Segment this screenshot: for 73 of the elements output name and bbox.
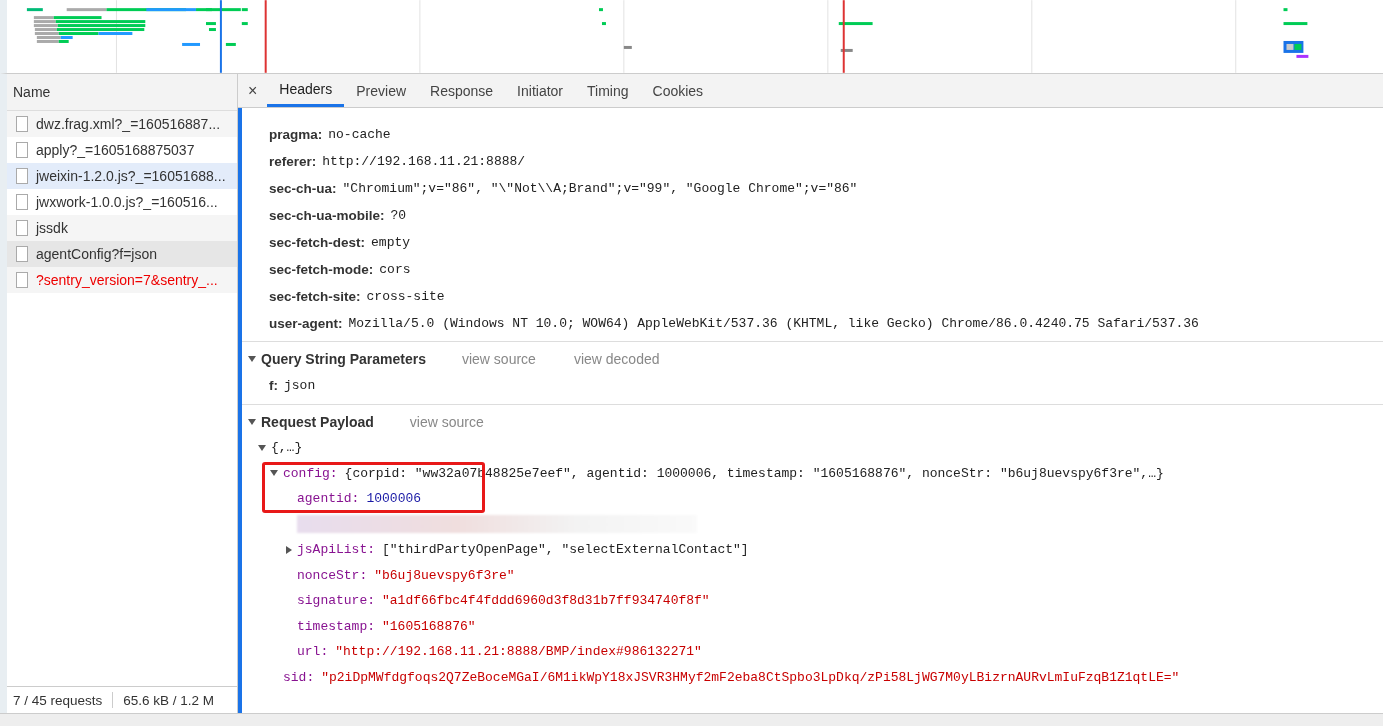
tab[interactable]: Preview bbox=[344, 74, 419, 107]
property-key: sid: bbox=[283, 669, 315, 685]
file-icon bbox=[16, 142, 28, 158]
property-value: "http://192.168.11.21:8888/BMP/index#986132271" bbox=[335, 644, 702, 660]
header-name: user-agent: bbox=[269, 316, 343, 331]
header-name: sec-fetch-dest: bbox=[269, 235, 366, 250]
header-name: sec-ch-ua-mobile: bbox=[269, 208, 385, 223]
tab[interactable]: Response bbox=[418, 74, 506, 107]
param-name: f: bbox=[269, 378, 278, 393]
tab[interactable]: Cookies bbox=[640, 74, 716, 107]
expand-arrow-icon[interactable] bbox=[248, 356, 256, 362]
section-title[interactable]: Query String Parameters bbox=[261, 351, 426, 367]
view-link[interactable]: view source bbox=[461, 351, 536, 367]
request-row[interactable]: agentConfig?f=json bbox=[7, 241, 237, 267]
property-key: jsApiList: bbox=[297, 542, 375, 558]
request-name: jssdk bbox=[36, 220, 68, 236]
header-name: pragma: bbox=[269, 127, 323, 142]
column-header[interactable]: Name bbox=[7, 74, 237, 111]
tab[interactable]: Initiator bbox=[505, 74, 576, 107]
request-row[interactable]: jssdk bbox=[7, 215, 237, 241]
property-value: "b6uj8uevspy6f3re" bbox=[374, 567, 515, 583]
header-value: ?0 bbox=[390, 208, 407, 223]
file-icon bbox=[16, 220, 28, 236]
request-name: dwz.frag.xml?_=160516887... bbox=[36, 116, 221, 132]
request-name: agentConfig?f=json bbox=[36, 246, 158, 262]
close-button[interactable]: × bbox=[238, 74, 268, 107]
property-value: "a1df66fbc4f4fddd6960d3f8d31b7ff934740f8f" bbox=[382, 593, 710, 609]
header-value: cross-site bbox=[366, 289, 445, 304]
request-row[interactable]: jweixin-1.2.0.js?_=16051688... bbox=[7, 163, 237, 189]
file-icon bbox=[16, 194, 28, 210]
section-title[interactable]: Request Payload bbox=[261, 414, 374, 430]
file-icon bbox=[16, 272, 28, 288]
property-value: 1000006 bbox=[366, 491, 422, 507]
property-key: timestamp: bbox=[297, 618, 375, 634]
property-key: signature: bbox=[297, 593, 375, 609]
header-value: Mozilla/5.0 (Windows NT 10.0; WOW64) AppleWebKit/537.36 (KHTML, like Gecko) Chrome/86.0.4240.75 Safari/537.36 bbox=[348, 316, 1199, 331]
request-row[interactable]: ?sentry_version=7&sentry_... bbox=[7, 267, 237, 293]
expand-arrow-icon[interactable] bbox=[258, 444, 266, 451]
request-name: jweixin-1.2.0.js?_=16051688... bbox=[36, 168, 226, 184]
file-icon bbox=[16, 116, 28, 132]
expand-arrow-icon[interactable] bbox=[286, 545, 292, 554]
file-icon bbox=[16, 246, 28, 262]
header-value: "Chromium";v="86", "\"Not\\A;Brand";v="99", "Google Chrome";v="86" bbox=[342, 181, 858, 196]
property-value: ["thirdPartyOpenPage", "selectExternalContact"] bbox=[382, 542, 749, 558]
property-key: url: bbox=[297, 644, 329, 660]
header-value: cors bbox=[379, 262, 411, 277]
property-value: "1605168876" bbox=[382, 618, 476, 634]
request-name: apply?_=1605168875037 bbox=[36, 142, 195, 158]
header-value: no-cache bbox=[328, 127, 391, 142]
header-value: http://192.168.11.21:8888/ bbox=[322, 154, 526, 169]
header-name: sec-fetch-mode: bbox=[269, 262, 374, 277]
header-value: empty bbox=[371, 235, 411, 250]
request-name: ?sentry_version=7&sentry_... bbox=[36, 272, 218, 288]
object-summary[interactable]: {,…} bbox=[271, 440, 303, 456]
view-link[interactable]: view decoded bbox=[573, 351, 660, 367]
transfer-size: 65.6 kB / 1.2 M bbox=[123, 692, 215, 708]
tab[interactable]: Timing bbox=[575, 74, 641, 107]
expand-arrow-icon[interactable] bbox=[248, 419, 256, 425]
request-count: 7 / 45 requests bbox=[13, 692, 103, 708]
view-link[interactable]: view source bbox=[409, 414, 484, 430]
file-icon bbox=[16, 168, 28, 184]
param-value: json bbox=[284, 378, 316, 393]
property-key: nonceStr: bbox=[297, 567, 368, 583]
property-value: "p2iDpMWfdgfoqs2Q7ZeBoceMGaI/6M1ikWpY18xJSVR3HMyf2mF2eba8CtSpbo3LpDkq/zPi58LjWG7M0yLBizrnAURvLmIuFzqB1Z1qtLE=" bbox=[321, 669, 1180, 685]
header-name: referer: bbox=[269, 154, 317, 169]
request-name: jwxwork-1.0.0.js?_=160516... bbox=[36, 194, 218, 210]
property-key: agentid: bbox=[297, 491, 360, 507]
request-row[interactable]: dwz.frag.xml?_=160516887... bbox=[7, 111, 237, 137]
header-name: sec-fetch-site: bbox=[269, 289, 361, 304]
tab[interactable]: Headers bbox=[267, 74, 345, 107]
property-key: config: bbox=[283, 465, 338, 481]
expand-arrow-icon[interactable] bbox=[270, 470, 278, 477]
header-name: sec-ch-ua: bbox=[269, 181, 337, 196]
